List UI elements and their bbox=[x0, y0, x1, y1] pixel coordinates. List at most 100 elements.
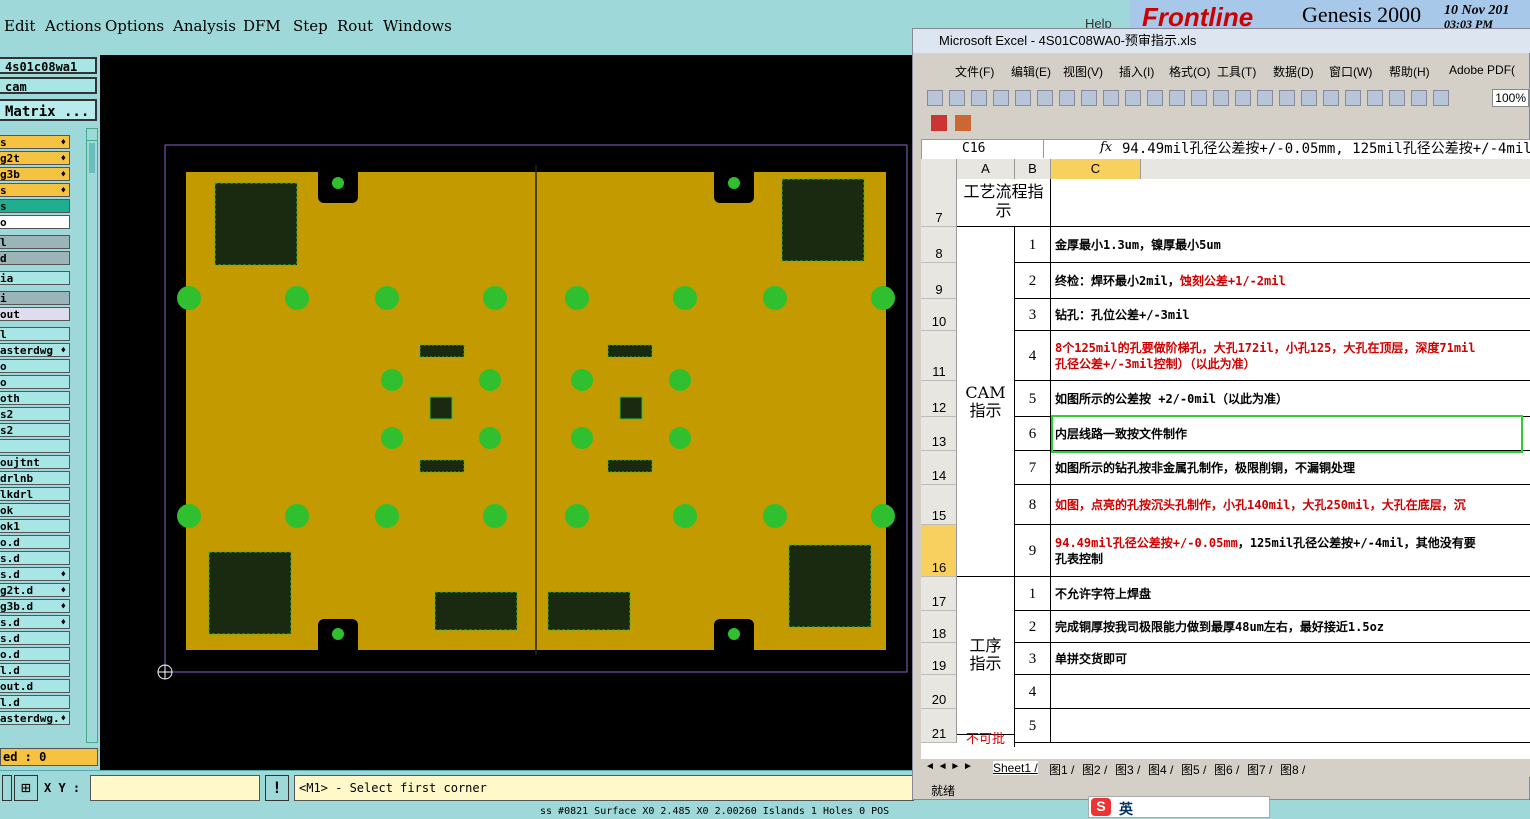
toolbar-button-icon[interactable] bbox=[1367, 90, 1383, 106]
sheet-tab[interactable]: 图2 / bbox=[1082, 761, 1107, 778]
layer-item[interactable]: d bbox=[0, 251, 70, 265]
sheet-tab[interactable]: 图1 / bbox=[1049, 761, 1074, 778]
sheet-grid[interactable]: 7 8 9 10 11 12 13 14 15 16 17 18 19 20 21 工艺流程指示 CAM 指示工… bbox=[921, 179, 1530, 759]
row-header[interactable]: 9 bbox=[921, 263, 957, 299]
layer-item[interactable]: g2t.d ♦ bbox=[0, 583, 70, 597]
layer-item[interactable]: o.d bbox=[0, 647, 70, 661]
toolbar-button-icon[interactable] bbox=[927, 90, 943, 106]
menu-edit[interactable]: Edit bbox=[4, 17, 35, 35]
layer-item[interactable]: s.d bbox=[0, 551, 70, 565]
layer-item[interactable]: s bbox=[0, 199, 70, 213]
layer-item[interactable]: ia bbox=[0, 271, 70, 285]
excel-menu-item[interactable]: 视图(V) bbox=[1063, 63, 1103, 80]
step-name[interactable]: cam bbox=[0, 77, 97, 94]
layer-item[interactable]: i bbox=[0, 291, 70, 305]
layer-item[interactable]: s2 bbox=[0, 423, 70, 437]
row-header[interactable]: 11 bbox=[921, 331, 957, 381]
layer-item[interactable]: s ♦ bbox=[0, 183, 70, 197]
scroll-thumb[interactable] bbox=[89, 143, 95, 173]
row-header[interactable]: 20 bbox=[921, 675, 957, 709]
sheet-tab[interactable]: 图6 / bbox=[1214, 761, 1239, 778]
layer-item[interactable]: asterdwg ♦ bbox=[0, 343, 70, 357]
sogou-icon[interactable]: S bbox=[1091, 798, 1111, 816]
scroll-up-arrow-icon[interactable] bbox=[87, 129, 97, 141]
row-header[interactable]: 8 bbox=[921, 227, 957, 263]
menu-analysis[interactable]: Analysis bbox=[173, 17, 236, 35]
layer-item[interactable]: o bbox=[0, 375, 70, 389]
layer-item[interactable]: ok bbox=[0, 503, 70, 517]
toolbar-button-icon[interactable] bbox=[993, 90, 1009, 106]
excel-menu-item[interactable]: 文件(F) bbox=[955, 63, 994, 80]
toolbar-button-icon[interactable] bbox=[1345, 90, 1361, 106]
layer-item[interactable]: lkdrl bbox=[0, 487, 70, 501]
row-header[interactable]: 19 bbox=[921, 643, 957, 675]
snap-button[interactable] bbox=[2, 775, 12, 801]
row-header[interactable]: 12 bbox=[921, 381, 957, 417]
layer-item[interactable]: oth bbox=[0, 391, 70, 405]
excel-menu-item[interactable]: 格式(O) bbox=[1169, 63, 1210, 80]
layer-item[interactable]: g3b.d ♦ bbox=[0, 599, 70, 613]
menu-options[interactable]: Options bbox=[105, 17, 164, 35]
toolbar-button-icon[interactable] bbox=[1059, 90, 1075, 106]
matrix-button[interactable]: Matrix ... bbox=[0, 99, 97, 121]
layer-item[interactable]: l bbox=[0, 235, 70, 249]
layer-item[interactable]: s.d ♦ bbox=[0, 615, 70, 629]
layer-item[interactable]: drlnb bbox=[0, 471, 70, 485]
fx-icon[interactable]: fx bbox=[1100, 140, 1112, 155]
row-header[interactable]: 13 bbox=[921, 417, 957, 451]
menu-windows[interactable]: Windows bbox=[383, 17, 452, 35]
name-box[interactable]: C16 bbox=[922, 140, 1044, 158]
layer-item[interactable]: out bbox=[0, 307, 70, 321]
layer-item[interactable]: asterdwg. ♦ bbox=[0, 711, 70, 725]
toolbar-button-icon[interactable] bbox=[1191, 90, 1207, 106]
zoom-box[interactable]: 100% bbox=[1492, 89, 1529, 107]
pdf-mail-icon[interactable] bbox=[955, 115, 971, 131]
toolbar-button-icon[interactable] bbox=[1037, 90, 1053, 106]
ime-lang[interactable]: 英 bbox=[1119, 799, 1133, 819]
excel-menu-item[interactable]: 数据(D) bbox=[1273, 63, 1314, 80]
menu-step[interactable]: Step bbox=[293, 17, 328, 35]
graphic-canvas[interactable] bbox=[100, 55, 915, 770]
toolbar-button-icon[interactable] bbox=[971, 90, 987, 106]
col-header-b[interactable]: B bbox=[1015, 159, 1051, 179]
col-header-c[interactable]: C bbox=[1051, 159, 1141, 179]
layer-scrollbar[interactable] bbox=[86, 128, 98, 743]
layer-item[interactable]: s.d ♦ bbox=[0, 567, 70, 581]
layer-item[interactable]: l.d bbox=[0, 695, 70, 709]
excel-menu-item[interactable]: 窗口(W) bbox=[1329, 63, 1372, 80]
layer-item[interactable]: s2 bbox=[0, 407, 70, 421]
layer-item[interactable]: oujtnt bbox=[0, 455, 70, 469]
layer-item[interactable]: g3b ♦ bbox=[0, 167, 70, 181]
row-header[interactable]: 14 bbox=[921, 451, 957, 485]
sheet-tab[interactable]: 图7 / bbox=[1247, 761, 1272, 778]
layer-item[interactable]: l bbox=[0, 327, 70, 341]
alert-icon[interactable]: ! bbox=[265, 775, 289, 801]
excel-menu-item[interactable]: 编辑(E) bbox=[1011, 63, 1051, 80]
sheet-tab[interactable]: 图4 / bbox=[1148, 761, 1173, 778]
row-header[interactable]: 15 bbox=[921, 485, 957, 525]
layer-item[interactable]: ok1 bbox=[0, 519, 70, 533]
pdf-icon[interactable] bbox=[931, 115, 947, 131]
corner-select[interactable] bbox=[921, 159, 957, 179]
toolbar-button-icon[interactable] bbox=[1433, 90, 1449, 106]
job-name[interactable]: 4s01c08wa1 bbox=[0, 57, 97, 74]
toolbar-button-icon[interactable] bbox=[1411, 90, 1427, 106]
row-header[interactable]: 10 bbox=[921, 299, 957, 331]
sheet-nav-icon[interactable]: ◄ ◄ ► ► bbox=[925, 761, 973, 772]
layer-item[interactable]: o bbox=[0, 215, 70, 229]
layer-item[interactable]: s ♦ bbox=[0, 135, 70, 149]
menu-rout[interactable]: Rout bbox=[337, 17, 373, 35]
row-header[interactable]: 17 bbox=[921, 577, 957, 611]
menu-dfm[interactable]: DFM bbox=[243, 17, 281, 35]
toolbar-button-icon[interactable] bbox=[1081, 90, 1097, 106]
xy-input[interactable] bbox=[90, 775, 260, 801]
toolbar-button-icon[interactable] bbox=[1103, 90, 1119, 106]
toolbar-button-icon[interactable] bbox=[1235, 90, 1251, 106]
col-header-a[interactable]: A bbox=[957, 159, 1015, 179]
sheet-tab[interactable]: 图8 / bbox=[1280, 761, 1305, 778]
toolbar-button-icon[interactable] bbox=[1147, 90, 1163, 106]
layer-item[interactable]: o bbox=[0, 359, 70, 373]
toolbar-button-icon[interactable] bbox=[1389, 90, 1405, 106]
toolbar-button-icon[interactable] bbox=[1125, 90, 1141, 106]
row-header[interactable]: 7 bbox=[921, 179, 957, 227]
